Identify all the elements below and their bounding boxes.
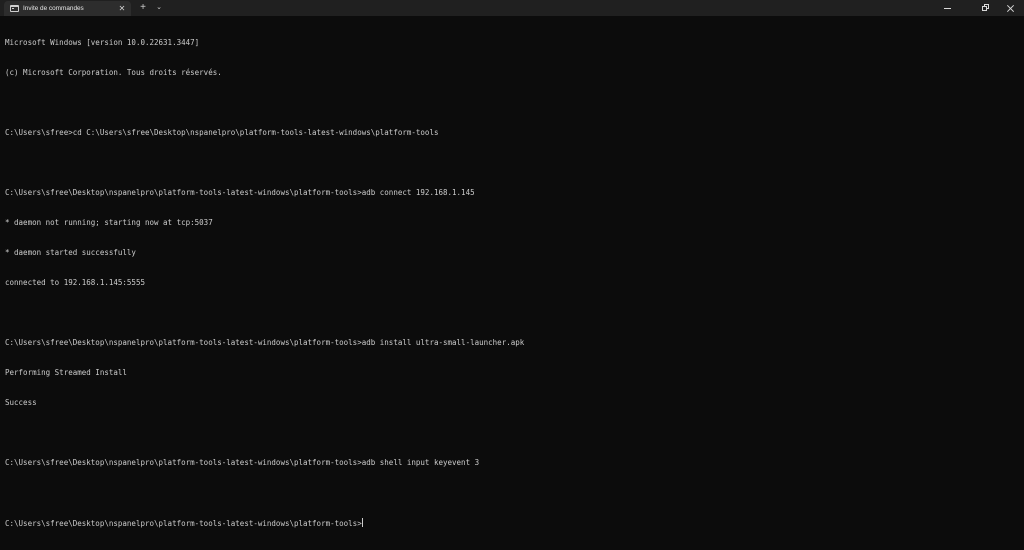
close-window-button[interactable] [998,0,1024,16]
console-line: C:\Users\sfree\Desktop\nspanelpro\platfo… [5,458,480,467]
tab-command-prompt[interactable]: Invite de commandes ✕ [4,1,131,16]
terminal-window: Invite de commandes ✕ + ⌄ Microsoft Wind… [0,0,1024,550]
close-tab-icon[interactable]: ✕ [117,1,127,16]
console-line: Success [5,398,37,407]
console-line: C:\Users\sfree>cd C:\Users\sfree\Desktop… [5,128,439,137]
console-line: connected to 192.168.1.145:5555 [5,278,145,287]
restore-button[interactable] [973,0,999,16]
command-prompt: C:\Users\sfree\Desktop\nspanelpro\platfo… [5,519,362,528]
terminal-icon [10,5,19,12]
console-line: C:\Users\sfree\Desktop\nspanelpro\platfo… [5,188,475,197]
console-line: Performing Streamed Install [5,368,127,377]
console-line: (c) Microsoft Corporation. Tous droits r… [5,68,222,77]
console-line: C:\Users\sfree\Desktop\nspanelpro\platfo… [5,338,525,347]
minimize-button[interactable] [935,0,961,16]
tab-title: Invite de commandes [23,5,84,12]
chevron-down-icon[interactable]: ⌄ [153,0,165,16]
console-output: Microsoft Windows [version 10.0.22631.34… [5,18,524,548]
title-bar: Invite de commandes ✕ + ⌄ [0,0,1024,16]
console-line: * daemon started successfully [5,248,136,257]
console-line: * daemon not running; starting now at tc… [5,218,213,227]
new-tab-button[interactable]: + [137,0,149,16]
console-area[interactable]: Microsoft Windows [version 10.0.22631.34… [0,16,1024,550]
prompt-line[interactable]: C:\Users\sfree\Desktop\nspanelpro\platfo… [5,518,524,528]
text-cursor [361,518,363,527]
console-line: Microsoft Windows [version 10.0.22631.34… [5,38,200,47]
